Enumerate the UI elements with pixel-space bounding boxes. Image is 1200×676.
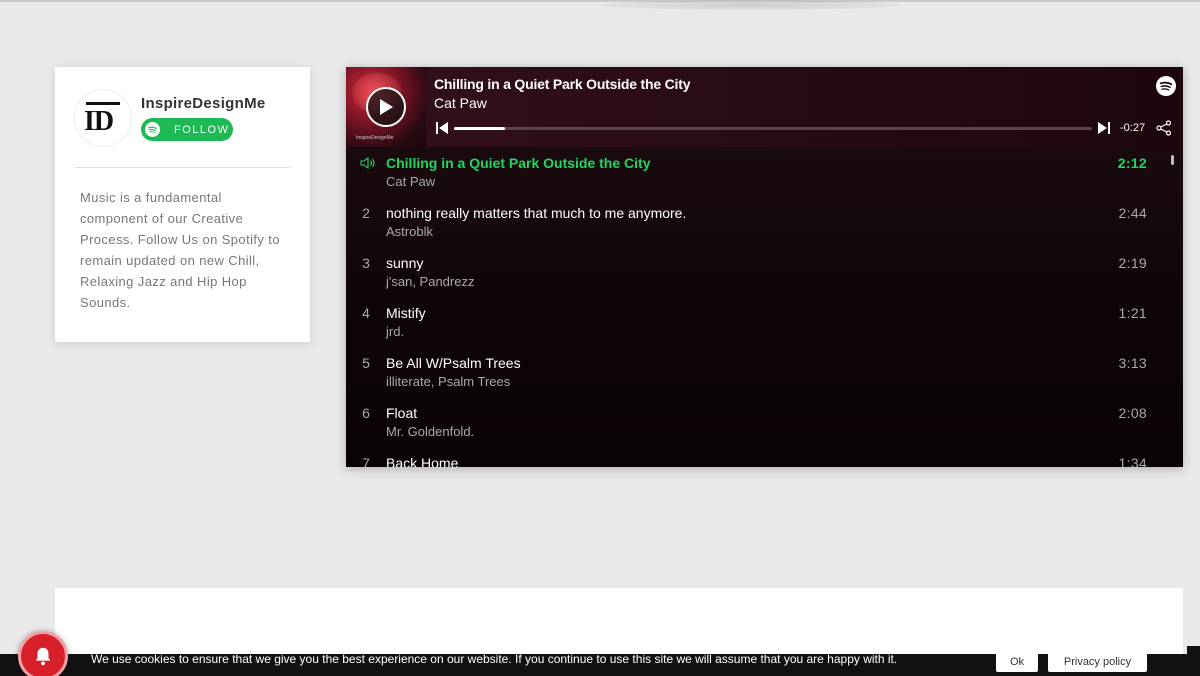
track-title: Chilling in a Quiet Park Outside the Cit… bbox=[386, 155, 651, 171]
track-title: sunny bbox=[386, 255, 424, 271]
track-row[interactable]: 4 Mistify jrd. 1:21 bbox=[346, 299, 1166, 349]
card-divider bbox=[75, 167, 290, 168]
profile-description: Music is a fundamental component of our … bbox=[80, 190, 280, 310]
track-duration: 2:08 bbox=[1118, 405, 1147, 421]
avatar-logo-text: ID bbox=[84, 106, 114, 137]
play-button[interactable] bbox=[366, 87, 406, 127]
spotify-icon[interactable] bbox=[1156, 76, 1176, 96]
profile-name[interactable]: InspireDesignMe bbox=[141, 95, 266, 112]
avatar-logo: ID bbox=[83, 98, 123, 138]
track-number: 6 bbox=[362, 405, 370, 421]
track-row[interactable]: 5 Be All W/Psalm Trees illiterate, Psalm T… bbox=[346, 349, 1166, 399]
track-title: Back Home bbox=[386, 455, 459, 467]
share-icon[interactable] bbox=[1156, 120, 1172, 136]
track-list: Chilling in a Quiet Park Outside the Cit… bbox=[346, 147, 1183, 467]
track-title: Be All W/Psalm Trees bbox=[386, 355, 521, 371]
bell-icon bbox=[35, 647, 51, 666]
corner-widget[interactable] bbox=[1187, 646, 1200, 676]
cookie-bar: We use cookies to ensure that we give yo… bbox=[0, 652, 1200, 676]
now-playing-title[interactable]: Chilling in a Quiet Park Outside the Cit… bbox=[434, 76, 690, 92]
track-number: 5 bbox=[362, 355, 370, 371]
header-shadow bbox=[600, 0, 900, 10]
track-duration: 2:44 bbox=[1118, 205, 1147, 221]
avatar-logo-bar bbox=[86, 102, 120, 105]
track-duration: 2:19 bbox=[1118, 255, 1147, 271]
avatar[interactable]: ID bbox=[75, 90, 131, 146]
time-remaining: -0:27 bbox=[1120, 122, 1146, 134]
spotify-player: InspireDesignMe Chilling in a Quiet Park… bbox=[346, 67, 1183, 467]
track-number: 7 bbox=[362, 455, 370, 467]
previous-icon[interactable] bbox=[436, 122, 448, 134]
track-row[interactable]: 3 sunny j'san, Pandrezz 2:19 bbox=[346, 249, 1166, 299]
next-icon[interactable] bbox=[1098, 122, 1110, 134]
cookie-text: We use cookies to ensure that we give yo… bbox=[91, 652, 898, 666]
follow-button[interactable]: FOLLOW bbox=[141, 118, 233, 141]
track-duration: 1:34 bbox=[1118, 455, 1147, 467]
progress-fill bbox=[454, 127, 506, 130]
track-artist: j'san, Pandrezz bbox=[386, 274, 475, 289]
track-row[interactable]: Chilling in a Quiet Park Outside the Cit… bbox=[346, 149, 1166, 199]
track-row[interactable]: 7 Back Home 1:34 bbox=[346, 449, 1166, 467]
privacy-policy-button[interactable]: Privacy policy bbox=[1048, 652, 1147, 672]
track-number: 4 bbox=[362, 305, 370, 321]
track-title: nothing really matters that much to me a… bbox=[386, 205, 687, 221]
tracklist-scrollbar[interactable] bbox=[1171, 155, 1174, 165]
track-row[interactable]: 2 nothing really matters that much to me … bbox=[346, 199, 1166, 249]
track-artist: jrd. bbox=[386, 324, 405, 339]
track-artist: illiterate, Psalm Trees bbox=[386, 374, 511, 389]
profile-card: ID InspireDesignMe FOLLOW Music is a fun… bbox=[55, 67, 310, 342]
track-artist: Astroblk bbox=[386, 224, 433, 239]
spotify-icon bbox=[145, 122, 160, 137]
track-duration: 1:21 bbox=[1118, 305, 1147, 321]
speaker-icon bbox=[360, 156, 375, 170]
track-title: Float bbox=[386, 405, 418, 421]
track-number: 2 bbox=[362, 205, 370, 221]
player-header: InspireDesignMe Chilling in a Quiet Park… bbox=[346, 67, 1183, 147]
now-playing-artist[interactable]: Cat Paw bbox=[434, 95, 487, 111]
play-icon bbox=[380, 99, 393, 115]
notification-bell-button[interactable] bbox=[18, 631, 68, 676]
track-number: 3 bbox=[362, 255, 370, 271]
cookie-ok-button[interactable]: Ok bbox=[996, 652, 1038, 672]
track-duration: 2:12 bbox=[1117, 155, 1147, 171]
album-cover[interactable]: InspireDesignMe bbox=[346, 67, 426, 147]
track-duration: 3:13 bbox=[1118, 355, 1147, 371]
follow-label: FOLLOW bbox=[174, 123, 230, 136]
track-row[interactable]: 6 Float Mr. Goldenfold. 2:08 bbox=[346, 399, 1166, 449]
track-title: Mistify bbox=[386, 305, 426, 321]
track-artist: Mr. Goldenfold. bbox=[386, 424, 475, 439]
track-artist: Cat Paw bbox=[386, 174, 436, 189]
cover-caption: InspireDesignMe bbox=[356, 135, 394, 141]
progress-bar[interactable] bbox=[454, 127, 1092, 130]
top-border bbox=[0, 0, 1200, 2]
